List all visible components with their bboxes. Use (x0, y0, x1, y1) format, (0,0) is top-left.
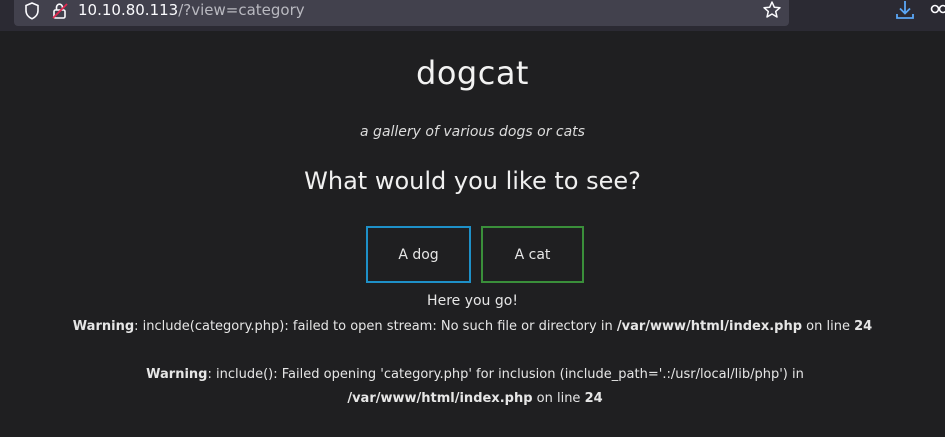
warning-message: : include(category.php): failed to open … (134, 319, 617, 334)
question-heading: What would you like to see? (304, 167, 641, 195)
warning-line-text: on line (532, 391, 585, 406)
warning-line-number: 24 (584, 391, 603, 406)
warning-file: /var/www/html/index.php (347, 391, 533, 406)
result-text: Here you go! (427, 293, 518, 309)
cat-button[interactable]: A cat (481, 226, 584, 283)
warning-file: /var/www/html/index.php (616, 319, 803, 334)
dog-button[interactable]: A dog (366, 226, 471, 283)
bookmark-star-icon[interactable] (762, 0, 782, 20)
php-warning: Warning: include(category.php): failed t… (20, 315, 925, 339)
warning-message: : include(): Failed opening 'category.ph… (207, 367, 804, 382)
extension-icon[interactable] (930, 2, 945, 16)
address-bar[interactable]: 10.10.80.113/?view=category (14, 0, 789, 26)
page-body: dogcat a gallery of various dogs or cats… (0, 31, 945, 437)
url-path: /?view=category (178, 1, 305, 19)
browser-toolbar: 10.10.80.113/?view=category (0, 0, 945, 31)
downloads-icon[interactable] (895, 0, 915, 22)
lock-insecure-icon[interactable] (51, 2, 69, 20)
url-text[interactable]: 10.10.80.113/?view=category (78, 1, 305, 19)
warning-line-text: on line (802, 319, 855, 334)
page-title: dogcat (416, 54, 529, 92)
shield-icon[interactable] (24, 2, 40, 20)
warning-label: Warning (146, 367, 208, 382)
warning-label: Warning (72, 319, 135, 334)
page-subtitle: a gallery of various dogs or cats (360, 124, 585, 140)
php-warning: Warning: include(): Failed opening 'cate… (60, 363, 890, 411)
warning-line-number: 24 (854, 319, 873, 334)
url-host: 10.10.80.113 (78, 1, 179, 19)
